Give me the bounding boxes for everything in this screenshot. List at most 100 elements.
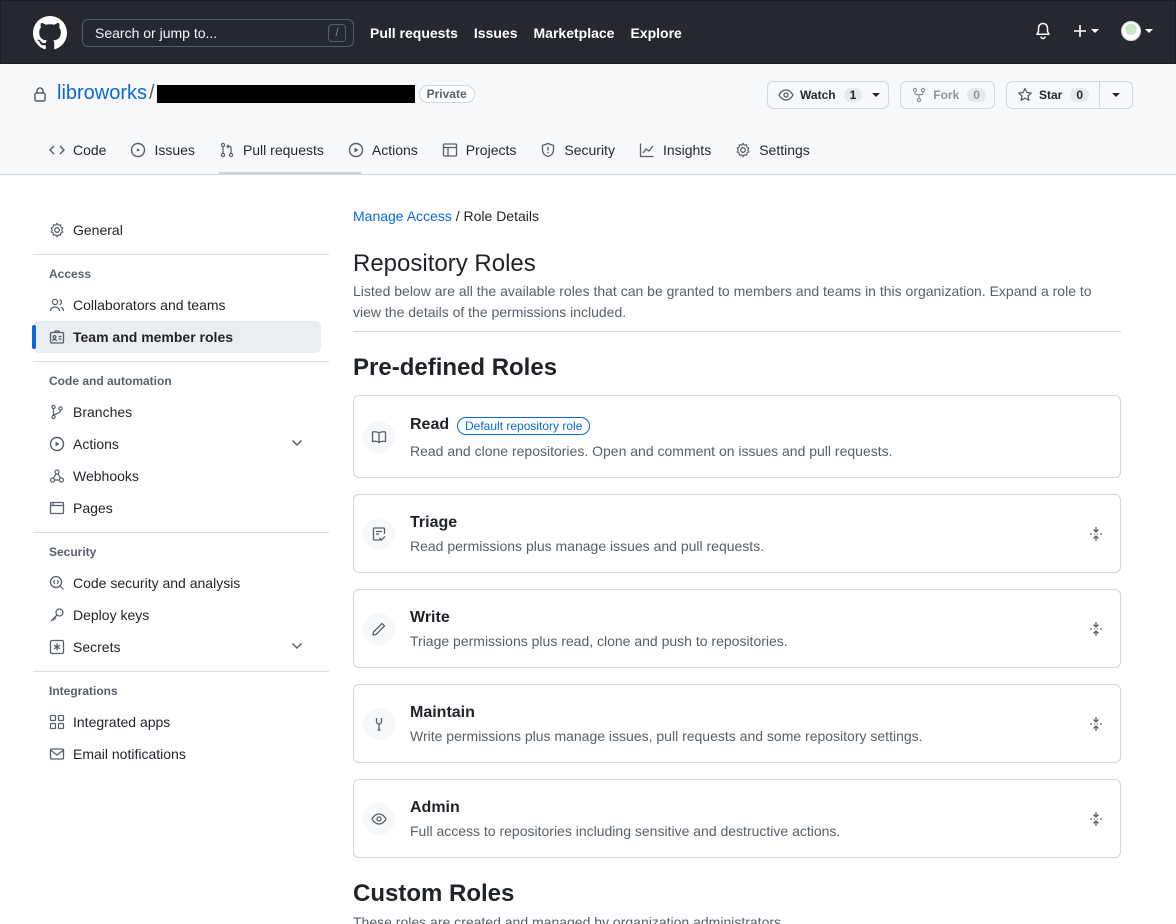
bell-icon[interactable] [1035, 22, 1051, 40]
fork-button[interactable]: Fork 0 [900, 81, 995, 109]
breadcrumb-manage-access-link[interactable]: Manage Access [353, 208, 452, 224]
sidebar-item-branches[interactable]: Branches [33, 396, 329, 428]
page-title: Repository Roles [353, 250, 536, 277]
fork-count: 0 [967, 88, 986, 102]
custom-roles-heading: Custom Roles [353, 880, 515, 907]
search-placeholder: Search or jump to... [95, 25, 218, 41]
github-logo-icon[interactable] [33, 16, 67, 50]
sidebar-item-code-security[interactable]: Code security and analysis [33, 567, 329, 599]
default-role-badge: Default repository role [457, 417, 591, 435]
unfold-icon[interactable] [1089, 621, 1103, 637]
divider [33, 361, 329, 362]
chevron-down-icon[interactable] [291, 642, 303, 650]
repo-title: libroworks / Private [32, 82, 475, 105]
star-button[interactable]: Star 0 [1005, 81, 1100, 109]
global-header: Search or jump to... / Pull requests Iss… [0, 0, 1176, 64]
play-circle-icon [49, 436, 65, 452]
tab-pull-requests[interactable]: Pull requests [210, 138, 333, 162]
role-description: Triage permissions plus read, clone and … [410, 633, 788, 649]
sidebar-item-collaborators[interactable]: Collaborators and teams [33, 289, 329, 321]
divider [33, 671, 329, 672]
role-description: Full access to repositories including se… [410, 823, 841, 839]
tab-settings[interactable]: Settings [726, 138, 819, 162]
sidebar-item-label: Branches [73, 404, 133, 420]
book-icon [363, 421, 395, 453]
sidebar-item-webhooks[interactable]: Webhooks [33, 460, 329, 492]
sidebar-item-label: Team and member roles [73, 329, 234, 345]
star-label: Star [1038, 88, 1063, 102]
asterisk-icon [49, 639, 65, 655]
create-new-dropdown[interactable] [1073, 24, 1099, 38]
user-menu[interactable] [1121, 21, 1153, 41]
sidebar-item-email-notifications[interactable]: Email notifications [33, 738, 329, 770]
eye-icon [363, 803, 395, 835]
triage-icon [363, 518, 395, 550]
caret-down-icon [872, 93, 881, 97]
sidebar-heading-code-automation: Code and automation [49, 374, 172, 388]
tools-icon [363, 708, 395, 740]
nav-pull-requests[interactable]: Pull requests [370, 25, 458, 41]
tab-label: Actions [371, 142, 418, 158]
nav-marketplace[interactable]: Marketplace [534, 25, 615, 41]
table-icon [442, 143, 457, 157]
sidebar-item-general[interactable]: General [33, 214, 329, 246]
watch-button[interactable]: Watch 1 [767, 81, 890, 109]
sidebar-item-label: Webhooks [73, 468, 139, 484]
sidebar-item-secrets[interactable]: Secrets [33, 631, 329, 663]
page-description: Listed below are all the available roles… [353, 281, 1121, 332]
sidebar-item-pages[interactable]: Pages [33, 492, 329, 524]
header-actions [1035, 21, 1153, 41]
watch-label: Watch [800, 88, 836, 102]
unfold-icon[interactable] [1089, 811, 1103, 827]
search-input[interactable]: Search or jump to... / [82, 19, 354, 47]
sidebar-item-label: Pages [73, 500, 113, 516]
role-card-triage[interactable]: Triage Read permissions plus manage issu… [353, 494, 1121, 573]
role-name: Triage [410, 514, 458, 531]
repo-owner-link[interactable]: libroworks [57, 82, 147, 105]
chevron-down-icon[interactable] [291, 439, 303, 447]
sidebar-item-team-member-roles[interactable]: Team and member roles [32, 321, 321, 353]
role-card-admin[interactable]: Admin Full access to repositories includ… [353, 779, 1121, 858]
tab-code[interactable]: Code [40, 138, 115, 162]
tab-hover-indicator [219, 172, 361, 174]
mail-icon [49, 748, 65, 760]
sidebar-item-label: Email notifications [73, 746, 186, 762]
sidebar-item-label: Secrets [73, 639, 121, 655]
nav-issues[interactable]: Issues [474, 25, 518, 41]
search-shortcut-key: / [328, 24, 346, 42]
sidebar-item-actions[interactable]: Actions [33, 428, 329, 460]
tab-actions[interactable]: Actions [339, 138, 427, 162]
role-details-main: Manage Access / Role Details Repository … [353, 208, 1121, 924]
sidebar-item-deploy-keys[interactable]: Deploy keys [33, 599, 329, 631]
caret-down-icon [1112, 93, 1120, 97]
gear-icon [736, 142, 750, 158]
visibility-badge: Private [418, 84, 475, 103]
star-split-button: Star 0 [1005, 81, 1133, 109]
repo-tabs: Code Issues Pull requests Actions Projec… [40, 138, 825, 162]
graph-icon [639, 143, 654, 158]
id-badge-icon [49, 330, 65, 344]
tab-issues[interactable]: Issues [121, 138, 203, 162]
caret-down-icon [1145, 29, 1153, 33]
eye-icon [778, 89, 794, 101]
sidebar-heading-access: Access [49, 267, 92, 281]
pull-request-icon [220, 142, 234, 158]
tab-security[interactable]: Security [531, 138, 624, 162]
sidebar-item-integrated-apps[interactable]: Integrated apps [33, 706, 329, 738]
role-card-maintain[interactable]: Maintain Write permissions plus manage i… [353, 684, 1121, 763]
tab-label: Projects [465, 142, 517, 158]
unfold-icon[interactable] [1089, 716, 1103, 732]
fork-icon [913, 87, 926, 103]
play-circle-icon [348, 142, 364, 158]
role-card-write[interactable]: Write Triage permissions plus read, clon… [353, 589, 1121, 668]
tab-projects[interactable]: Projects [433, 138, 526, 162]
repo-name-redacted [156, 84, 415, 103]
tab-label: Settings [759, 142, 810, 158]
star-list-dropdown[interactable] [1100, 81, 1133, 109]
breadcrumb-separator: / [451, 208, 464, 224]
tab-insights[interactable]: Insights [630, 138, 720, 162]
unfold-icon[interactable] [1089, 526, 1103, 542]
branch-icon [51, 404, 63, 420]
fork-label: Fork [933, 88, 960, 102]
nav-explore[interactable]: Explore [630, 25, 681, 41]
